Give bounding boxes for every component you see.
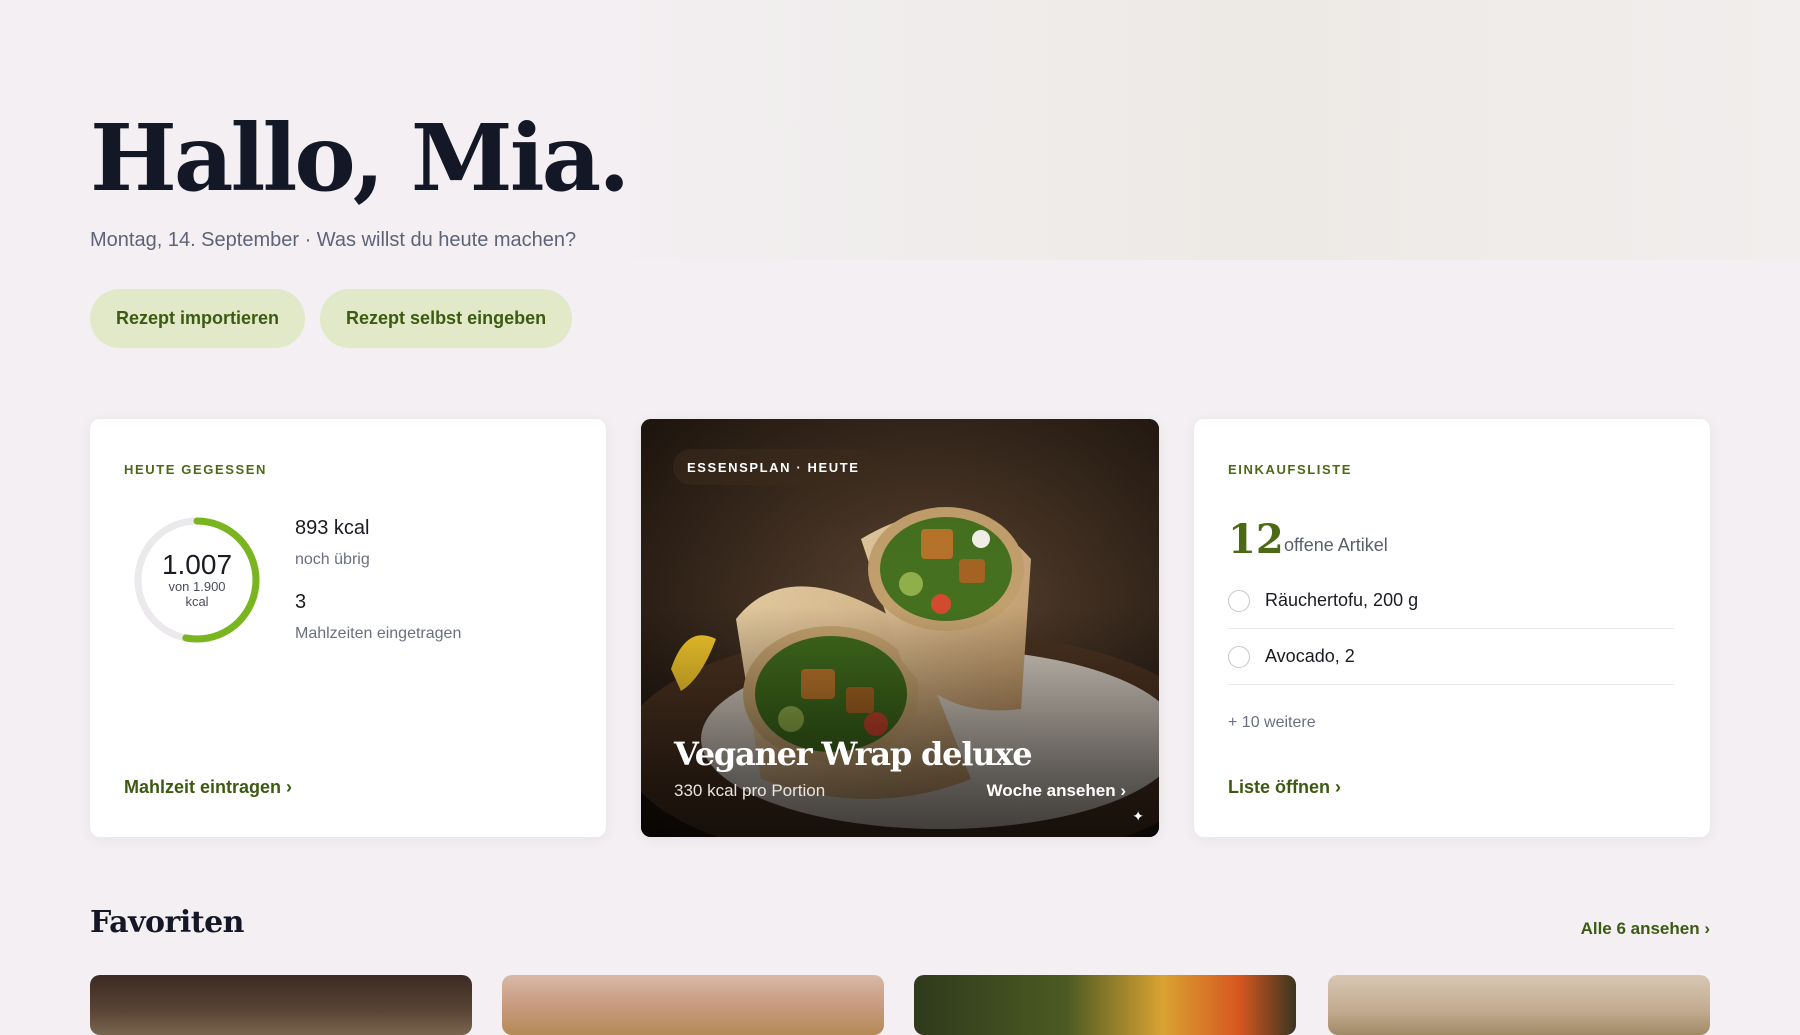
shopping-item-label: Räuchertofu, 200 g	[1265, 590, 1419, 610]
shopping-item[interactable]: Avocado, 2	[1228, 629, 1674, 685]
meal-plan-card[interactable]: ESSENSPLAN · HEUTE Veganer Wrap deluxe 3…	[641, 419, 1159, 837]
open-items-count: 12	[1228, 516, 1284, 563]
calorie-goal-line1: von 1.900	[168, 578, 226, 594]
quick-actions: Rezept importieren Rezept selbst eingebe…	[90, 289, 573, 348]
calorie-ring-center: 1.007 von 1.900 kcal	[132, 515, 262, 645]
shopping-item-label: Avocado, 2	[1265, 646, 1355, 666]
more-items-text: + 10 weitere	[1228, 714, 1316, 731]
favorite-card-3[interactable]	[914, 975, 1296, 1035]
item-checkbox[interactable]	[1228, 589, 1250, 612]
shopping-list-eyebrow: EINKAUFSLISTE	[1228, 462, 1353, 477]
remaining-calories-label: noch übrig	[295, 551, 370, 568]
item-checkbox[interactable]	[1228, 645, 1250, 668]
eaten-today-card: HEUTE GEGESSEN 1.007 von 1.900 kcal 893 …	[90, 419, 606, 837]
open-items-label: offene Artikel	[1284, 535, 1388, 555]
favorites-title: Favoriten	[90, 905, 245, 940]
sparkle-icon: ✦	[1132, 808, 1144, 824]
log-meal-link[interactable]: Mahlzeit eintragen ›	[124, 777, 292, 798]
recipe-kcal: 330 kcal pro Portion	[674, 781, 826, 800]
greeting-title: Hallo, Mia.	[90, 104, 630, 212]
view-week-link[interactable]: Woche ansehen ›	[987, 781, 1127, 801]
recipe-title: Veganer Wrap deluxe	[674, 735, 1033, 773]
favorite-card-1[interactable]	[90, 975, 472, 1035]
calorie-goal-line2: kcal	[185, 593, 209, 609]
import-recipe-button[interactable]: Rezept importieren	[90, 289, 306, 348]
favorite-card-4[interactable]	[1328, 975, 1710, 1035]
manual-recipe-button[interactable]: Rezept selbst eingeben	[320, 289, 573, 348]
eaten-today-eyebrow: HEUTE GEGESSEN	[124, 462, 268, 477]
date-subline: Montag, 14. September · Was willst du he…	[90, 229, 577, 251]
shopping-item[interactable]: Räuchertofu, 200 g	[1228, 573, 1674, 629]
home-dashboard: Hallo, Mia. Montag, 14. September · Was …	[90, 0, 1710, 1035]
view-all-favorites-link[interactable]: Alle 6 ansehen ›	[1581, 919, 1710, 939]
open-list-link[interactable]: Liste öffnen ›	[1228, 777, 1341, 798]
remaining-calories-value: 893 kcal	[295, 517, 370, 539]
meals-count-label: Mahlzeiten eingetragen	[295, 625, 462, 642]
calories-consumed: 1.007	[161, 549, 233, 581]
favorite-card-2[interactable]	[502, 975, 884, 1035]
meal-plan-tag: ESSENSPLAN · HEUTE	[673, 449, 874, 485]
meals-count-value: 3	[295, 591, 307, 613]
shopping-list-card: EINKAUFSLISTE 12 offene Artikel Räuchert…	[1194, 419, 1710, 837]
